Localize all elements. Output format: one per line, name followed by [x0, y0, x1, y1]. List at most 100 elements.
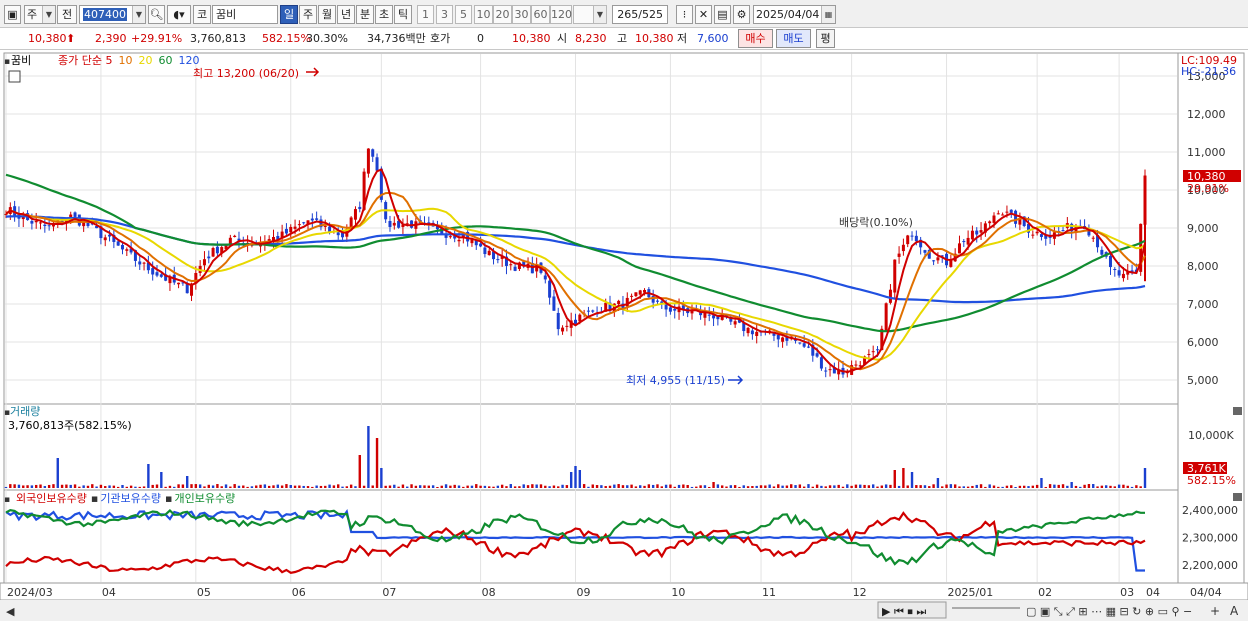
period-button-4[interactable]: 분: [356, 5, 374, 24]
volume-bar: [919, 485, 922, 488]
toolbar: ▣ 주 ▼ 전 407400 ▼ 🔍︎ ◖▾ 코 꿈비 일주월년분초틱 1 3 5 10 2…: [0, 0, 1248, 28]
candle-body: [815, 353, 819, 357]
volume-bar: [807, 484, 810, 488]
buy-button[interactable]: 매수: [738, 29, 773, 48]
candle-body: [30, 220, 34, 224]
volume-bar: [557, 486, 560, 488]
volume-bar: [95, 486, 98, 488]
volume-bar: [725, 486, 728, 488]
volume-bar: [906, 485, 909, 488]
close-icon[interactable]: [1233, 493, 1242, 501]
period-button-3[interactable]: 년: [337, 5, 355, 24]
minute-button-1[interactable]: 1: [417, 5, 434, 24]
volume-bar: [242, 485, 245, 488]
volume-bar: [729, 485, 733, 488]
quote-bar: 10,380 ⬆ 2,390 +29.91% 3,760,813 582.15%…: [0, 28, 1248, 50]
panel-dot-icon: ▪: [4, 495, 10, 505]
volume-bar: [695, 486, 698, 488]
legend-sep: ▪: [91, 492, 98, 505]
period-button-2[interactable]: 월: [318, 5, 336, 24]
volume-bar: [311, 486, 314, 488]
minute-button-5[interactable]: 5: [455, 5, 472, 24]
zoom-tools-icons[interactable]: ▢ ▣ ⤡ ⤢ ⊞ ⋯ ▦ ⊟ ↻ ⊕ ▭ ⚲ −: [1026, 605, 1192, 618]
volume-bar: [431, 485, 435, 488]
candle-body: [34, 220, 38, 223]
code-input[interactable]: 407400 ▼: [79, 5, 146, 24]
speaker-icon[interactable]: ◖▾: [167, 5, 191, 24]
stock-chart[interactable]: 13,00012,00011,00010,0009,0008,0007,0006…: [0, 50, 1248, 621]
x-axis-label: 08: [482, 586, 496, 599]
candle-body: [966, 237, 970, 245]
layout-icon[interactable]: ▣: [4, 5, 21, 24]
y-axis-label: 9,000: [1187, 222, 1219, 235]
volume-panel: [3, 403, 1179, 491]
candle-body: [914, 235, 918, 242]
volume-bar: [928, 486, 931, 488]
volume-bar: [4, 486, 8, 488]
volume-bar: [785, 485, 789, 488]
chart-area[interactable]: 13,000 12,000 11,000 10,000 9,000 8,000 7,000 6…: [0, 50, 1248, 621]
minute-button-10[interactable]: 10: [474, 5, 493, 24]
period-button-0[interactable]: 일: [280, 5, 298, 24]
date-field[interactable]: 2025/04/04 ▦: [753, 5, 836, 24]
volume-bar: [332, 485, 336, 488]
candle-body: [125, 249, 129, 251]
volume-bar: [1083, 484, 1086, 488]
sell-button[interactable]: 매도: [776, 29, 811, 48]
count-field[interactable]: 265/525: [612, 5, 668, 24]
period-button-1[interactable]: 주: [299, 5, 317, 24]
volume-bar: [669, 484, 672, 488]
calendar-icon[interactable]: ▦: [821, 6, 835, 23]
candle-body: [392, 222, 396, 226]
current-price-2: 10,380: [512, 32, 551, 45]
minute-button-30[interactable]: 30: [512, 5, 531, 24]
save-icon[interactable]: ▤: [714, 5, 731, 24]
grid-icon[interactable]: ⁝: [676, 5, 693, 24]
exchange-button[interactable]: 코: [193, 5, 211, 24]
volume-bar: [1022, 485, 1026, 488]
volume-bar: [824, 486, 827, 488]
volume-bar: [401, 484, 405, 488]
minute-button-20[interactable]: 20: [493, 5, 512, 24]
eval-button[interactable]: 평: [816, 29, 835, 48]
scroll-left-icon[interactable]: ◀: [6, 605, 15, 618]
current-price: 10,380: [28, 32, 67, 45]
candle-body: [932, 260, 936, 262]
candle-body: [1039, 234, 1043, 237]
close-icon[interactable]: [1233, 407, 1242, 415]
minute-button-120[interactable]: 120: [550, 5, 572, 24]
volume-bar: [173, 486, 176, 488]
x-axis-label: 10: [671, 586, 685, 599]
volume-bar: [673, 486, 676, 488]
search-icon[interactable]: 🔍︎: [148, 5, 165, 24]
candle-body: [310, 218, 314, 221]
gear-icon[interactable]: ⚙: [733, 5, 750, 24]
table-icon[interactable]: [8, 70, 21, 83]
candle-body: [565, 325, 569, 327]
volume-bar: [436, 486, 439, 488]
volume-bar: [884, 484, 888, 488]
volume-bar: [1096, 486, 1099, 488]
high-price: 10,380: [635, 32, 674, 45]
crosshair-icon[interactable]: ✕: [695, 5, 712, 24]
custom-period-select[interactable]: ▼: [573, 5, 607, 24]
period-button-5[interactable]: 초: [375, 5, 393, 24]
minute-button-3[interactable]: 3: [436, 5, 453, 24]
nav-buttons-icons[interactable]: ▶ ⏮ ⏹ ⏭: [882, 605, 926, 618]
candle-body: [819, 357, 823, 369]
type-button[interactable]: 전: [57, 5, 77, 24]
period-button-6[interactable]: 틱: [394, 5, 412, 24]
candle-body: [293, 226, 297, 229]
x-axis-label: 2024/03: [7, 586, 53, 599]
font-size-icon[interactable]: A: [1230, 604, 1239, 618]
legend-item: 외국인보유수량: [16, 492, 87, 505]
market-select[interactable]: 주 ▼: [24, 5, 56, 24]
volume-bar: [1010, 485, 1013, 488]
minute-button-60[interactable]: 60: [531, 5, 550, 24]
zoom-in-icon[interactable]: +: [1210, 604, 1220, 618]
stock-name-field[interactable]: 꿈비: [212, 5, 278, 24]
hoga-value: 0: [477, 32, 484, 45]
volume-bar: [708, 486, 711, 488]
volume-bar: [1018, 485, 1022, 488]
volume-bar: [574, 466, 577, 488]
